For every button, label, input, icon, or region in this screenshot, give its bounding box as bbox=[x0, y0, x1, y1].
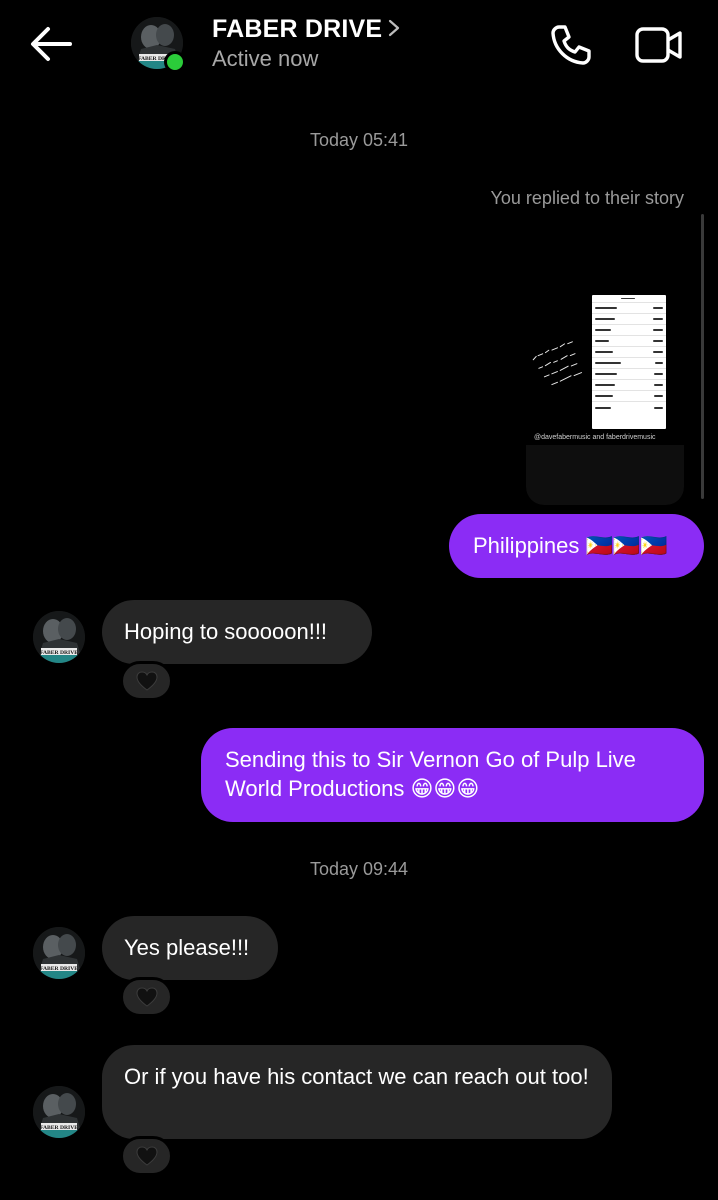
avatar[interactable]: FABER DRIVE bbox=[33, 1086, 85, 1138]
message-bubble-incoming[interactable]: Or if you have his contact we can reach … bbox=[102, 1045, 612, 1139]
message-bubble-outgoing[interactable]: Sending this to Sir Vernon Go of Pulp Li… bbox=[201, 728, 704, 822]
band-photo: FABER DRIVE bbox=[33, 927, 85, 979]
avatar[interactable]: FABER DRIVE bbox=[33, 611, 85, 663]
chat-header: FABER DRIVE FABER DRIVE Active now bbox=[0, 0, 718, 100]
band-photo: FABER DRIVE bbox=[33, 1086, 85, 1138]
video-camera-icon[interactable] bbox=[634, 24, 684, 66]
story-handwriting bbox=[532, 341, 583, 386]
band-photo: FABER DRIVE bbox=[33, 611, 85, 663]
heart-shape bbox=[135, 671, 158, 691]
message-bubble-outgoing[interactable]: Philippines 🇵🇭🇵🇭🇵🇭 bbox=[449, 514, 704, 578]
timestamp: Today 05:41 bbox=[309, 130, 409, 150]
contact-name[interactable]: FABER DRIVE bbox=[212, 15, 382, 44]
story-caption: @davefabermusic and faberdrivemusic bbox=[534, 434, 656, 441]
heart-shape bbox=[135, 1146, 158, 1166]
message-bubble-incoming[interactable]: Yes please!!! bbox=[102, 916, 278, 980]
arrow-left-icon[interactable] bbox=[26, 22, 76, 66]
black-heart-icon[interactable] bbox=[120, 977, 173, 1017]
online-indicator bbox=[164, 51, 186, 73]
active-status: Active now bbox=[212, 46, 319, 71]
chevron-right-icon[interactable] bbox=[387, 17, 401, 39]
story-reply-label: You replied to their story bbox=[490, 188, 684, 208]
avatar[interactable]: FABER DRIVE bbox=[33, 927, 85, 979]
message-bubble-incoming[interactable]: Hoping to sooooon!!! bbox=[102, 600, 372, 664]
heart-shape bbox=[135, 987, 158, 1007]
black-heart-icon[interactable] bbox=[120, 661, 173, 701]
phone-icon[interactable] bbox=[548, 22, 594, 68]
reply-indicator-line bbox=[701, 214, 704, 499]
black-heart-icon[interactable] bbox=[120, 1136, 173, 1176]
timestamp: Today 09:44 bbox=[309, 859, 409, 879]
story-shade bbox=[526, 445, 684, 505]
